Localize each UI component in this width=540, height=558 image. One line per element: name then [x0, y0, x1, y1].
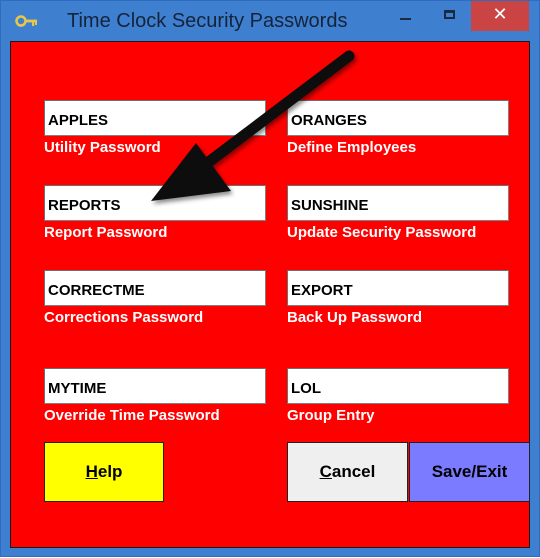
- corrections-password-input[interactable]: [44, 270, 266, 306]
- group-entry-input[interactable]: [287, 368, 509, 404]
- report-password-label: Report Password: [44, 224, 168, 241]
- save-exit-button-label: Save/Exit: [431, 462, 508, 481]
- back-up-password-label: Back Up Password: [287, 309, 423, 326]
- utility-password-label: Utility Password: [44, 139, 161, 156]
- override-time-password-input[interactable]: [44, 368, 266, 404]
- update-security-password-label: Update Security Password: [287, 224, 477, 241]
- cancel-button[interactable]: Cancel: [287, 442, 408, 502]
- window: Time Clock Security Passwords ✕ Utility …: [0, 0, 540, 557]
- update-security-password-input[interactable]: [287, 185, 509, 221]
- title-bar[interactable]: Time Clock Security Passwords ✕: [1, 1, 539, 41]
- dialog-body: Utility Password Define Employees Report…: [10, 41, 530, 548]
- define-employees-label: Define Employees: [287, 139, 417, 156]
- help-button[interactable]: Help: [44, 442, 164, 502]
- close-icon: ✕: [492, 4, 508, 25]
- maximize-icon: [444, 10, 455, 19]
- cancel-button-label: Cancel: [319, 462, 376, 481]
- window-title: Time Clock Security Passwords: [67, 10, 348, 32]
- utility-password-input[interactable]: [44, 100, 266, 136]
- key-icon: [15, 15, 37, 27]
- group-entry-label: Group Entry: [287, 407, 375, 424]
- maximize-button[interactable]: [435, 1, 465, 31]
- define-employees-input[interactable]: [287, 100, 509, 136]
- override-time-password-label: Override Time Password: [44, 407, 220, 424]
- help-button-label: Help: [85, 462, 123, 481]
- minimize-button[interactable]: [391, 1, 421, 31]
- report-password-input[interactable]: [44, 185, 266, 221]
- corrections-password-label: Corrections Password: [44, 309, 204, 326]
- save-exit-button[interactable]: Save/Exit: [409, 442, 530, 502]
- minimize-icon: [400, 18, 411, 20]
- back-up-password-input[interactable]: [287, 270, 509, 306]
- close-button[interactable]: ✕: [471, 1, 529, 31]
